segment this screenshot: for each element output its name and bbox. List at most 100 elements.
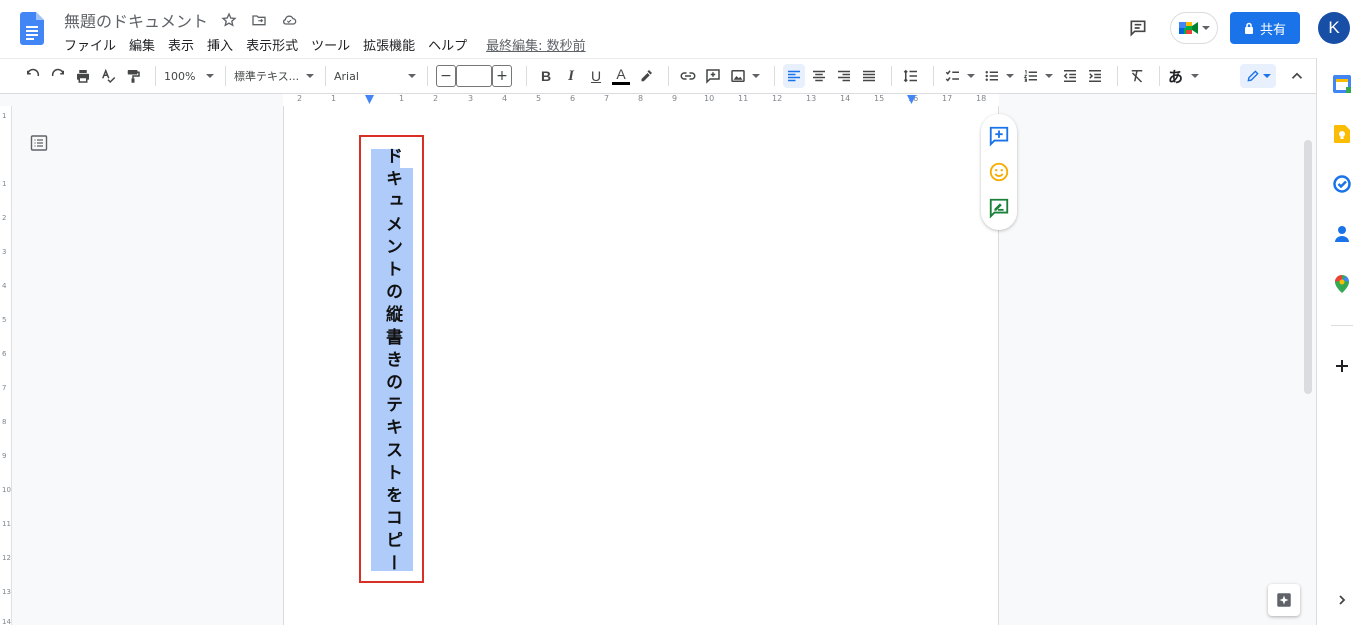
line-spacing-icon[interactable] <box>900 64 922 88</box>
clear-formatting-icon[interactable] <box>1126 64 1148 88</box>
menu-edit[interactable]: 編集 <box>129 35 155 54</box>
bold-button[interactable]: B <box>535 64 557 88</box>
hide-menus-chevron-icon[interactable] <box>1286 64 1308 88</box>
text-color-swatch <box>612 81 630 85</box>
align-center-icon[interactable] <box>808 64 830 88</box>
ruler-tick: 12 <box>772 94 783 103</box>
add-comment-icon[interactable] <box>702 64 724 88</box>
document-title[interactable]: 無題のドキュメント <box>64 8 208 32</box>
document-page[interactable]: ドキュメントの縦書きのテキストをコピー <box>283 106 999 625</box>
explore-button[interactable] <box>1268 584 1300 616</box>
numbered-list-icon[interactable] <box>1020 64 1042 88</box>
align-justify-icon[interactable] <box>858 64 880 88</box>
ruler-tick: 12 <box>2 554 11 562</box>
add-comment-icon[interactable] <box>988 125 1010 147</box>
floating-actions <box>981 114 1017 230</box>
input-tools-button[interactable]: あ <box>1168 64 1200 88</box>
ruler-tick: 7 <box>2 384 7 392</box>
star-icon[interactable] <box>220 11 238 29</box>
ruler-tick: 5 <box>2 316 7 324</box>
paint-format-icon[interactable] <box>122 64 144 88</box>
italic-button[interactable]: I <box>560 64 582 88</box>
ruler-tick: 13 <box>806 94 817 103</box>
suggest-edits-icon[interactable] <box>988 197 1010 219</box>
font-dropdown[interactable]: Arial <box>334 64 416 88</box>
account-avatar[interactable]: K <box>1318 12 1350 44</box>
document-outline-icon[interactable] <box>30 134 48 152</box>
cloud-saved-icon[interactable] <box>280 11 298 29</box>
menu-file[interactable]: ファイル <box>64 35 116 54</box>
align-right-icon[interactable] <box>833 64 855 88</box>
ruler-tick: 5 <box>536 94 542 103</box>
toolbar: 100% 標準テキス... Arial − + B I U A あ <box>0 58 1316 94</box>
expand-panel-chevron-icon[interactable] <box>1332 590 1352 610</box>
separator <box>427 66 428 86</box>
decrease-indent-icon[interactable] <box>1059 64 1081 88</box>
zoom-dropdown[interactable]: 100% <box>164 64 214 88</box>
left-indent-marker[interactable] <box>365 95 374 104</box>
ruler-tick: 7 <box>604 94 610 103</box>
ruler-tick: 6 <box>570 94 576 103</box>
vertical-ruler[interactable]: 1 1 2 3 4 5 6 7 8 9 10 11 12 13 14 <box>0 106 12 625</box>
insert-image-icon[interactable] <box>727 64 749 88</box>
comment-history-icon[interactable] <box>1126 16 1150 40</box>
bulleted-list-caret-icon[interactable] <box>1006 74 1014 78</box>
ruler-tick: 11 <box>738 94 749 103</box>
undo-icon[interactable] <box>22 64 44 88</box>
separator <box>225 66 226 86</box>
menu-help[interactable]: ヘルプ <box>428 35 467 54</box>
docs-logo-icon[interactable] <box>20 12 44 45</box>
maps-icon[interactable] <box>1332 274 1352 294</box>
decrease-font-size-button[interactable]: − <box>436 65 456 87</box>
last-edit-link[interactable]: 最終編集: 数秒前 <box>486 35 586 54</box>
print-icon[interactable] <box>72 64 94 88</box>
increase-font-size-button[interactable]: + <box>492 65 512 87</box>
align-left-icon[interactable] <box>783 64 805 88</box>
menu-view[interactable]: 表示 <box>168 35 194 54</box>
separator <box>1159 66 1160 86</box>
highlight-icon[interactable] <box>635 64 657 88</box>
contacts-icon[interactable] <box>1332 224 1352 244</box>
ruler-tick: 4 <box>2 282 7 290</box>
scrollbar-thumb[interactable] <box>1304 140 1312 394</box>
editing-mode-button[interactable] <box>1240 64 1276 88</box>
editing-mode-caret-icon <box>1262 74 1271 78</box>
checklist-icon[interactable] <box>942 64 964 88</box>
bulleted-list-icon[interactable] <box>981 64 1003 88</box>
vertical-text[interactable]: ドキュメントの縦書きのテキストをコピー <box>371 147 413 576</box>
share-button[interactable]: 共有 <box>1230 12 1300 44</box>
separator <box>155 66 156 86</box>
increase-indent-icon[interactable] <box>1084 64 1106 88</box>
checklist-caret-icon[interactable] <box>967 74 975 78</box>
spellcheck-icon[interactable] <box>97 64 119 88</box>
move-folder-icon[interactable] <box>250 11 268 29</box>
text-color-letter: A <box>616 65 626 82</box>
style-dropdown[interactable]: 標準テキス... <box>234 64 314 88</box>
ruler-tick: 1 <box>331 94 337 103</box>
horizontal-ruler[interactable]: 2 1 1 2 3 4 5 6 7 8 9 10 11 12 13 14 15 … <box>283 94 999 106</box>
style-value: 標準テキス... <box>234 70 300 83</box>
meet-button[interactable] <box>1170 12 1218 44</box>
ruler-tick: 2 <box>2 214 7 222</box>
tasks-icon[interactable] <box>1332 174 1352 194</box>
underline-button[interactable]: U <box>585 64 607 88</box>
redo-icon[interactable] <box>47 64 69 88</box>
menu-tools[interactable]: ツール <box>311 35 350 54</box>
share-label: 共有 <box>1259 22 1286 38</box>
selection-outline: ドキュメントの縦書きのテキストをコピー <box>359 135 424 583</box>
menu-format[interactable]: 表示形式 <box>246 35 298 54</box>
menu-insert[interactable]: 挿入 <box>207 35 233 54</box>
keep-icon[interactable] <box>1332 124 1352 144</box>
ruler-tick: 13 <box>2 588 11 596</box>
emoji-reaction-icon[interactable] <box>988 161 1010 183</box>
insert-link-icon[interactable] <box>677 64 699 88</box>
menu-bar: ファイル 編集 表示 挿入 表示形式 ツール 拡張機能 ヘルプ 最終編集: 数秒… <box>64 35 586 54</box>
calendar-icon[interactable] <box>1332 74 1352 94</box>
menu-extensions[interactable]: 拡張機能 <box>363 35 415 54</box>
text-color-button[interactable]: A <box>610 64 632 88</box>
numbered-list-caret-icon[interactable] <box>1045 74 1053 78</box>
add-addon-icon[interactable] <box>1332 356 1352 376</box>
font-size-input[interactable] <box>456 65 492 87</box>
ruler-tick: 1 <box>2 112 7 120</box>
image-caret-icon[interactable] <box>752 74 760 78</box>
